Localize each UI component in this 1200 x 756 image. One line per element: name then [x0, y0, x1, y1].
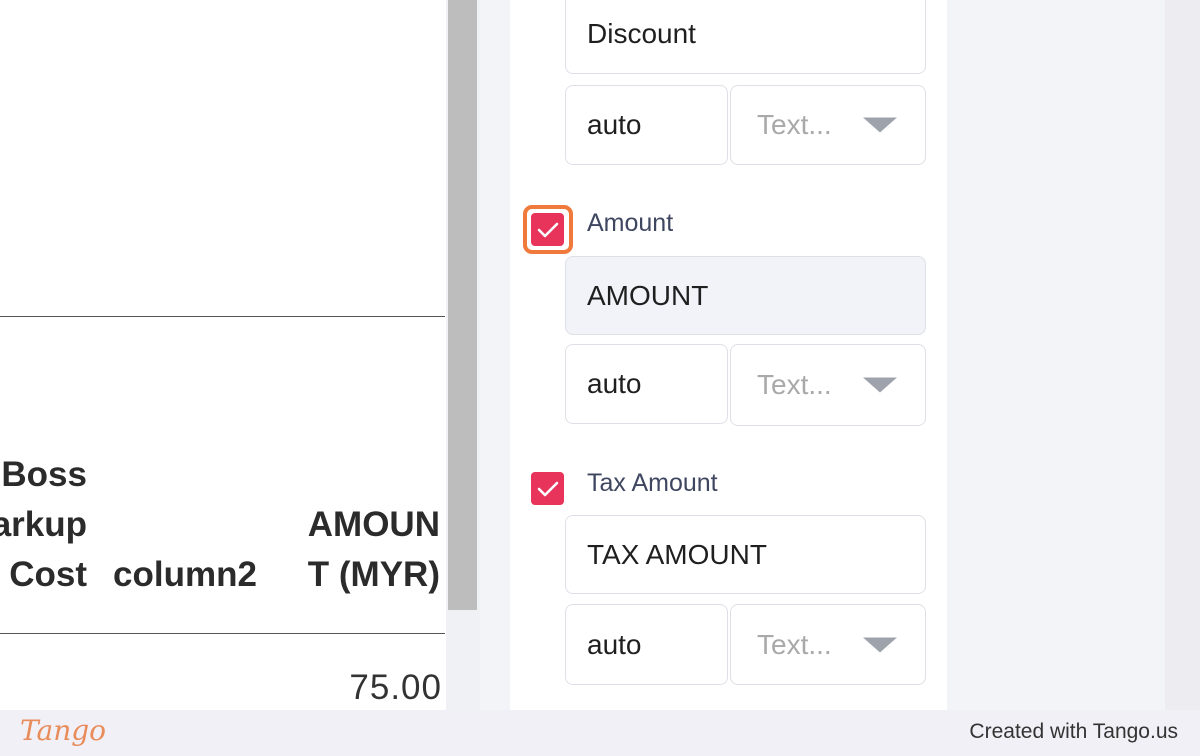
discount-width-value: auto — [587, 109, 642, 140]
amount-type-placeholder: Text... — [757, 369, 832, 400]
column-header-amount: AMOUN T (MYR) — [307, 505, 440, 594]
tax-amount-name-field[interactable]: TAX AMOUNT — [565, 515, 926, 594]
discount-type-select[interactable]: Text... — [730, 85, 926, 165]
chevron-down-icon — [863, 377, 897, 393]
created-with-credit: Created with Tango.us — [969, 720, 1178, 743]
column-header-boss-markup-cost: Boss arkup Cost — [0, 455, 87, 594]
discount-name-field[interactable]: Discount — [565, 0, 926, 74]
tax-amount-width-field[interactable]: auto — [565, 604, 728, 685]
check-icon — [537, 481, 558, 496]
amount-name-field[interactable]: AMOUNT — [565, 256, 926, 335]
tax-amount-label: Tax Amount — [587, 469, 718, 497]
tax-amount-type-placeholder: Text... — [757, 628, 832, 660]
tango-logo: Tango — [20, 714, 107, 747]
amount-width-field[interactable]: auto — [565, 344, 728, 424]
amount-type-select[interactable]: Text... — [730, 344, 926, 426]
tango-footer: Tango Created with Tango.us — [0, 710, 1200, 756]
tax-amount-name-value: TAX AMOUNT — [587, 538, 767, 570]
document-preview: Boss arkup Cost column2 AMOUN T (MYR) 75… — [0, 0, 446, 710]
amount-width-value: auto — [587, 368, 642, 399]
discount-width-field[interactable]: auto — [565, 85, 728, 165]
tax-amount-checkbox[interactable] — [531, 472, 564, 505]
table-cell-amount: 75.00 — [349, 668, 442, 707]
amount-name-value: AMOUNT — [587, 279, 709, 311]
tax-amount-type-select[interactable]: Text... — [730, 604, 926, 685]
discount-name-value: Discount — [587, 18, 696, 49]
chevron-down-icon — [863, 637, 897, 652]
tax-amount-width-value: auto — [587, 628, 642, 660]
panel-gutter — [1165, 0, 1200, 710]
scrollbar-thumb[interactable] — [448, 0, 477, 610]
table-divider — [0, 633, 445, 634]
discount-type-placeholder: Text... — [757, 109, 832, 140]
column-header-column2: column2 — [113, 555, 257, 594]
check-icon — [537, 222, 558, 237]
amount-checkbox[interactable] — [531, 213, 564, 246]
table-divider — [0, 316, 445, 317]
chevron-down-icon — [863, 117, 897, 133]
amount-label: Amount — [587, 209, 674, 237]
